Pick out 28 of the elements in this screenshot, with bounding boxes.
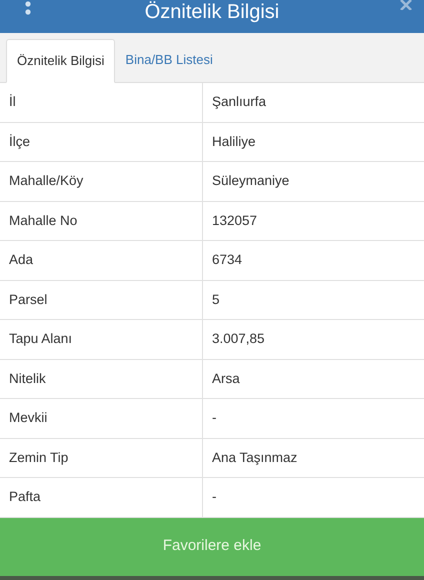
table-cell: Nitelik <box>0 360 203 398</box>
table-cell: Pafta <box>0 478 203 516</box>
table-cell: Mahalle/Köy <box>0 162 203 200</box>
table-cell-text: Arsa <box>211 370 241 388</box>
table-cell-text: 5 <box>211 290 221 309</box>
more-icon[interactable] <box>24 1 32 17</box>
table-cell-text: 6734 <box>211 251 244 270</box>
table-cell: Tapu Alanı <box>0 320 203 358</box>
table-cell-text: Haliliye <box>211 132 257 151</box>
tab[interactable]: Öznitelik Bilgisi <box>6 39 116 83</box>
add-favorites-button[interactable]: Favorilere ekle <box>0 518 424 576</box>
table-cell-text: - <box>211 488 218 506</box>
tab[interactable]: Bina/BB Listesi <box>115 38 223 82</box>
table-cell: İlçe <box>0 122 203 161</box>
table-cell-text: Ana Taşınmaz <box>211 448 298 467</box>
table-cell-text: Süleymaniye <box>211 172 290 190</box>
window-title: Öznitelik Bilgisi <box>144 2 280 22</box>
table-cell: Mevkii <box>0 399 203 438</box>
table-cell-text: 3.007,85 <box>211 330 266 348</box>
table-cell: İl <box>0 83 203 122</box>
table-cell: Mahalle No <box>0 202 203 240</box>
close-icon[interactable] <box>400 0 412 10</box>
table-cell: Ada <box>0 241 203 280</box>
table-cell-text: 132057 <box>211 212 258 230</box>
table-cell: Parsel <box>0 280 203 319</box>
table-cell-text: - <box>211 409 218 428</box>
table-cell-text: Şanlıurfa <box>211 93 268 112</box>
table-cell: Zemin Tip <box>0 438 203 477</box>
